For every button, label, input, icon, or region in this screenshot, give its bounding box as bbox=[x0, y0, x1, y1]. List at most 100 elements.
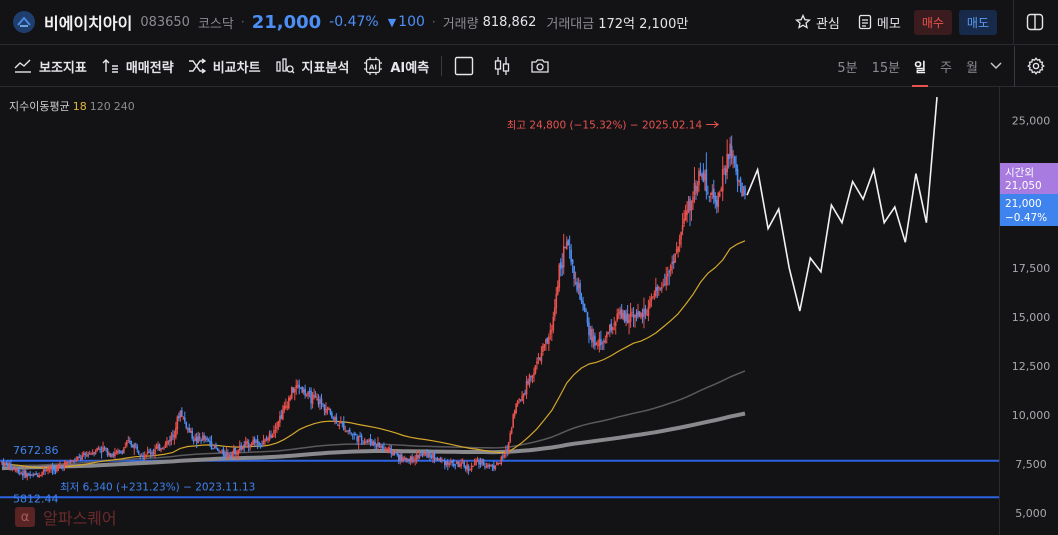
candle-body bbox=[287, 397, 290, 409]
buy-button[interactable]: 매수 bbox=[913, 9, 952, 35]
price-chart[interactable]: 5,0007,50010,00012,50015,00017,50020,000… bbox=[0, 87, 1058, 535]
sell-button[interactable]: 매도 bbox=[958, 9, 997, 35]
timeframe-5min[interactable]: 5분 bbox=[837, 57, 857, 76]
candle-body bbox=[699, 169, 702, 176]
candle-body bbox=[176, 416, 179, 430]
candle-body bbox=[47, 468, 49, 471]
candle-body bbox=[433, 451, 436, 460]
timeframe-daily[interactable]: 일 bbox=[912, 57, 929, 87]
candle-body bbox=[17, 469, 20, 473]
candle-body bbox=[545, 339, 547, 345]
candle-body bbox=[525, 381, 528, 395]
watch-button[interactable]: 관심 bbox=[795, 13, 840, 32]
candle-body bbox=[585, 309, 587, 313]
candle-body bbox=[106, 448, 109, 456]
strategy-button[interactable]: 매매전략 bbox=[101, 57, 174, 76]
stock-name[interactable]: 비에이치아이 bbox=[44, 10, 132, 34]
candle-body bbox=[282, 409, 284, 420]
candle-body bbox=[493, 465, 495, 469]
candle-body bbox=[243, 444, 246, 447]
candle-body bbox=[674, 253, 676, 263]
candle-body bbox=[166, 441, 168, 446]
chart-type-button[interactable] bbox=[493, 56, 518, 76]
candle-body bbox=[71, 461, 73, 463]
compare-button[interactable]: 비교차트 bbox=[188, 57, 261, 76]
candle-body bbox=[638, 311, 641, 317]
candle-body bbox=[463, 461, 465, 467]
timeframe-weekly[interactable]: 주 bbox=[940, 57, 952, 76]
candle-body bbox=[311, 394, 314, 405]
candle-body bbox=[660, 287, 663, 290]
candle-body bbox=[298, 384, 300, 388]
candle-body bbox=[172, 434, 174, 436]
memo-label: 메모 bbox=[876, 16, 901, 32]
candle-body bbox=[708, 195, 711, 198]
candle-body bbox=[417, 454, 419, 459]
square-icon bbox=[455, 56, 474, 76]
timeframe-15min[interactable]: 15분 bbox=[872, 57, 901, 76]
candle-body bbox=[732, 154, 734, 156]
candle-body bbox=[10, 464, 12, 469]
candle-body bbox=[8, 463, 11, 469]
candle-body bbox=[438, 458, 440, 460]
min-price-annotation: 최저 6,340 (+231.23%) − 2023.11.13 bbox=[60, 481, 255, 493]
after-hours-tag-label: 시간외 bbox=[1005, 167, 1034, 179]
candle-body bbox=[188, 427, 191, 432]
candle-body bbox=[48, 469, 51, 471]
ai-forecast-button[interactable]: AI AI예측 bbox=[363, 56, 429, 76]
candle-body bbox=[38, 475, 40, 478]
layout-toggle-button[interactable] bbox=[1026, 13, 1044, 31]
strategy-label: 매매전략 bbox=[125, 60, 174, 76]
candle-body bbox=[626, 313, 629, 323]
candle-body bbox=[213, 444, 216, 448]
candle-body bbox=[439, 457, 442, 461]
candle-body bbox=[319, 400, 321, 404]
candle-body bbox=[279, 416, 281, 423]
ma-legend[interactable]: 지수이동평균 18 120 240 bbox=[9, 98, 135, 114]
candle-body bbox=[460, 462, 462, 466]
candle-body bbox=[137, 451, 140, 454]
candle-body bbox=[576, 282, 578, 291]
timeframe-monthly[interactable]: 월 bbox=[966, 57, 978, 76]
candle-body bbox=[484, 466, 486, 468]
candle-body bbox=[368, 439, 370, 442]
memo-button[interactable]: 메모 bbox=[858, 13, 901, 32]
candle-body bbox=[552, 316, 555, 330]
candle-body bbox=[464, 466, 467, 470]
candle-body bbox=[444, 460, 446, 466]
candle-body bbox=[292, 387, 295, 393]
candle-body bbox=[499, 462, 501, 464]
candle-body bbox=[583, 303, 586, 310]
candle-body bbox=[528, 374, 531, 385]
candle-body bbox=[715, 200, 718, 207]
candle-body bbox=[334, 417, 336, 421]
market-label: 코스닥 bbox=[197, 16, 234, 32]
candle-body bbox=[84, 453, 87, 456]
timeframe-dropdown[interactable] bbox=[990, 62, 1002, 70]
ai-chip-icon: AI bbox=[364, 57, 383, 75]
candle-body bbox=[435, 457, 437, 460]
drawing-tool-button[interactable] bbox=[454, 56, 481, 76]
candle-body bbox=[411, 456, 413, 460]
chart-settings-button[interactable] bbox=[1027, 57, 1045, 75]
shuffle-icon bbox=[188, 58, 206, 74]
candle-body bbox=[348, 429, 351, 433]
candle-body bbox=[167, 440, 170, 443]
screenshot-button[interactable] bbox=[530, 57, 557, 75]
candle-body bbox=[145, 455, 147, 457]
analysis-button[interactable]: 지표분석 bbox=[275, 57, 349, 76]
candle-body bbox=[568, 247, 571, 249]
candle-body bbox=[341, 422, 344, 424]
change-percent: -0.47% bbox=[329, 14, 379, 30]
indicators-button[interactable]: 보조지표 bbox=[14, 57, 87, 76]
candle-body bbox=[553, 307, 556, 317]
candle-body bbox=[595, 342, 598, 346]
candle-body bbox=[406, 459, 409, 461]
candle-body bbox=[723, 168, 725, 170]
candle-body bbox=[93, 452, 95, 454]
candle-body bbox=[271, 434, 274, 438]
candle-body bbox=[693, 182, 696, 195]
candle-body bbox=[513, 410, 516, 416]
candle-body bbox=[261, 444, 263, 446]
ai-label: AI예측 bbox=[390, 60, 430, 76]
